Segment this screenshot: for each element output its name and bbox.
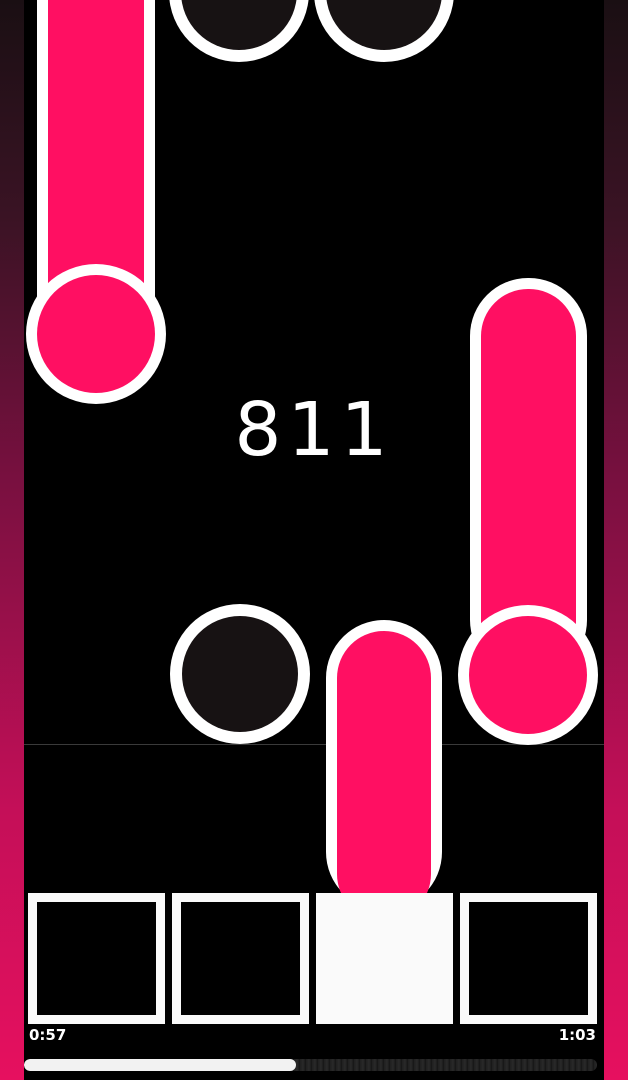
hold-note-lane-4 — [458, 278, 598, 745]
key-lane-2[interactable] — [172, 893, 309, 1024]
hold-note-lane-1 — [26, 0, 166, 404]
key-lane-3[interactable] — [316, 893, 453, 1024]
score-counter: 811 — [234, 387, 394, 473]
hold-note-lane-3-active — [326, 620, 442, 921]
tap-note-lane-2-top — [169, 0, 309, 62]
key-lane-1[interactable] — [28, 893, 165, 1024]
song-progress-fill — [24, 1059, 297, 1071]
song-progress-bar[interactable] — [24, 1059, 597, 1071]
tap-note-lane-2 — [170, 604, 310, 744]
total-time: 1:03 — [558, 1026, 596, 1044]
tap-note-lane-3-top — [314, 0, 454, 62]
game-stage: 811 0:57 1:03 — [0, 0, 628, 1080]
key-lane-4[interactable] — [460, 893, 597, 1024]
elapsed-time: 0:57 — [29, 1026, 67, 1044]
